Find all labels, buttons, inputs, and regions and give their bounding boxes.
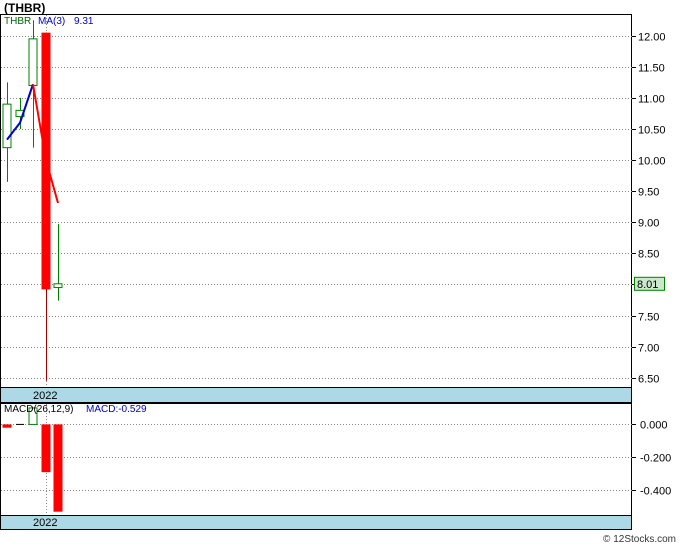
macd-tick-label: 0.000 bbox=[640, 420, 668, 432]
price-tick-label: 6.50 bbox=[638, 374, 659, 386]
price-date-label: 2022 bbox=[33, 390, 57, 402]
legend-ma-value: 9.31 bbox=[74, 16, 94, 27]
candle-body bbox=[2, 103, 12, 149]
price-panel: 12.00 11.50 11.00 10.50 10.00 9.50 9.00 8.50 8.0… bbox=[0, 14, 666, 403]
macd-tick-label: -0.400 bbox=[640, 486, 671, 498]
macd-legend-value: MACD:-0.529 bbox=[86, 404, 147, 415]
candle-body bbox=[28, 38, 38, 86]
last-price-label: 8.01 bbox=[637, 279, 658, 291]
macd-date-bar bbox=[0, 515, 632, 530]
macd-panel: 0.000 -0.200 -0.400 MACD(26,12,9) MACD:-0.52… bbox=[0, 403, 671, 530]
macd-tick-label: -0.200 bbox=[640, 453, 671, 465]
macd-bar bbox=[2, 424, 12, 428]
legend-ticker: THBR bbox=[4, 16, 31, 27]
chart-title: (THBR) bbox=[4, 1, 45, 15]
legend-ma-label: MA(3) bbox=[38, 16, 65, 27]
price-plot-area bbox=[0, 14, 632, 388]
price-tick-label: 7.00 bbox=[638, 343, 659, 355]
stock-chart: (THBR) 12.00 11.50 11.00 10.50 10.00 9.50 9.00… bbox=[0, 1, 676, 545]
macd-legend-label: MACD(26,12,9) bbox=[4, 404, 73, 415]
price-tick-label: 8.50 bbox=[638, 249, 659, 261]
macd-bar bbox=[53, 424, 63, 512]
price-tick-label: 12.00 bbox=[638, 32, 666, 44]
price-tick-label: 9.50 bbox=[638, 187, 659, 199]
price-tick-label: 11.00 bbox=[638, 94, 665, 106]
price-tick-label: 11.50 bbox=[638, 63, 665, 75]
price-date-bar bbox=[0, 387, 632, 403]
macd-bar bbox=[41, 424, 51, 473]
macd-plot-area bbox=[0, 403, 632, 516]
watermark: © 12Stocks.com bbox=[603, 534, 676, 545]
price-tick-label: 9.00 bbox=[638, 218, 659, 230]
price-tick-label: 7.50 bbox=[638, 312, 659, 324]
price-tick-label: 10.50 bbox=[638, 125, 666, 137]
macd-date-label: 2022 bbox=[33, 517, 57, 529]
price-tick-label: 10.00 bbox=[638, 156, 666, 168]
candle-body bbox=[53, 283, 63, 289]
